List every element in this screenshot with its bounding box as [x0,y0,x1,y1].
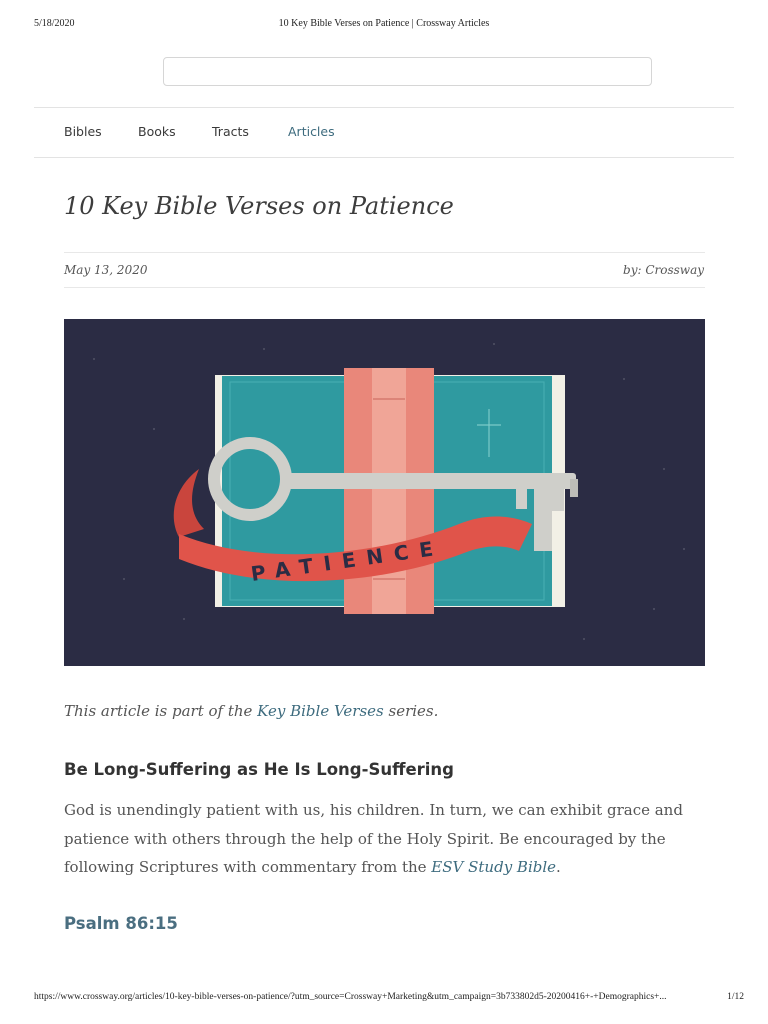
meta-top-divider [64,252,705,253]
print-page-title: 10 Key Bible Verses on Patience | Crossw… [278,18,490,29]
esv-study-bible-link[interactable]: ESV Study Bible [431,858,556,876]
print-page-number: 1/12 [727,992,744,1002]
print-url: https://www.crossway.org/articles/10-key… [34,992,667,1002]
nav-item-articles[interactable]: Articles [288,124,335,139]
hero-image: PATIENCE [64,319,705,666]
nav-item-tracts[interactable]: Tracts [212,124,249,139]
nav-item-books[interactable]: Books [138,124,176,139]
key-bible-verses-link[interactable]: Key Bible Verses [257,702,384,720]
paragraph-line-1: God is unendingly patient with us, his c… [64,801,683,819]
page-title: 10 Key Bible Verses on Patience [64,192,454,220]
section-heading: Be Long-Suffering as He Is Long-Sufferin… [64,760,454,779]
paragraph-line-3-prefix: following Scriptures with commentary fro… [64,858,432,876]
nav-item-bibles[interactable]: Bibles [64,124,102,139]
article-byline[interactable]: by: Crossway [623,263,704,277]
paragraph-line-3-suffix: . [556,858,561,876]
print-footer: https://www.crossway.org/articles/10-key… [34,992,744,1006]
series-intro-prefix: This article is part of the [64,702,258,720]
article-date: May 13, 2020 [64,263,148,277]
series-intro-suffix: series. [383,702,439,720]
search-input[interactable] [163,57,652,86]
nav-divider [34,157,734,158]
meta-bottom-divider [64,287,705,288]
paragraph-line-3: following Scriptures with commentary fro… [64,853,714,882]
psalm-heading: Psalm 86:15 [64,914,178,933]
intro-paragraph: God is unendingly patient with us, his c… [64,796,714,882]
header-divider [34,107,734,108]
print-header: 5/18/2020 10 Key Bible Verses on Patienc… [0,18,768,32]
paragraph-line-2: patience with others through the help of… [64,829,666,848]
series-intro: This article is part of the Key Bible Ve… [64,702,438,720]
